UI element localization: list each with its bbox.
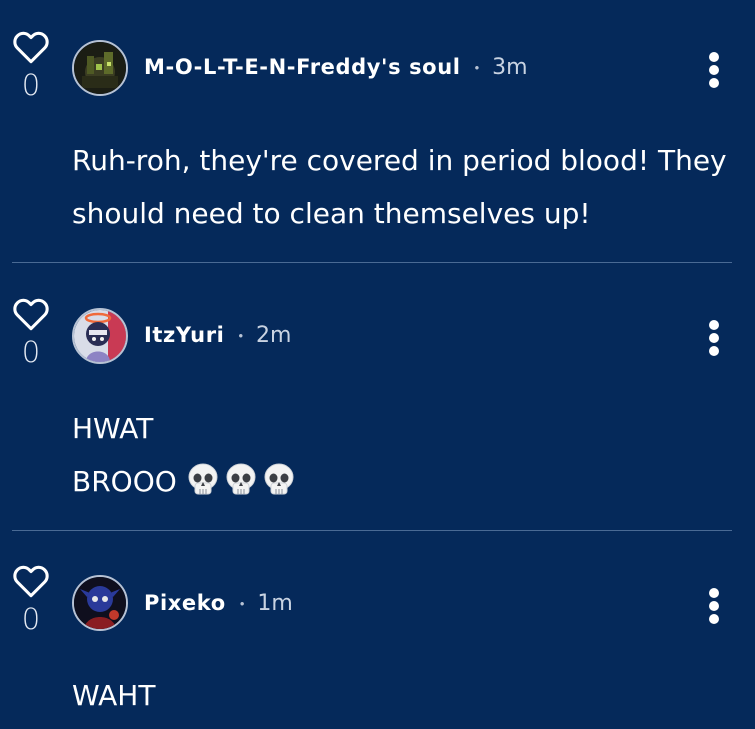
more-options-button[interactable] bbox=[700, 586, 728, 626]
comment-body: HWAT BROOO bbox=[72, 402, 742, 508]
avatar-image bbox=[74, 577, 126, 629]
separator-dot: • bbox=[238, 327, 244, 343]
avatar[interactable] bbox=[72, 308, 128, 364]
skull-emoji bbox=[264, 463, 294, 495]
comment-line: Ruh-roh, they're covered in period blood… bbox=[72, 144, 727, 177]
ellipsis-dot bbox=[709, 601, 719, 611]
more-options-button[interactable] bbox=[700, 318, 728, 358]
comment-line: HWAT bbox=[72, 412, 154, 445]
ellipsis-dot bbox=[709, 333, 719, 343]
username[interactable]: Pixeko bbox=[144, 591, 226, 615]
comment-body: WAHT bbox=[72, 669, 742, 722]
avatar[interactable] bbox=[72, 40, 128, 96]
comment-header: ItzYuri • 2m bbox=[144, 320, 291, 350]
comment-line: WAHT bbox=[72, 679, 156, 712]
like-count: 0 bbox=[21, 602, 41, 636]
like-control[interactable]: 0 bbox=[10, 30, 52, 100]
vertical-ellipsis-icon bbox=[709, 320, 719, 330]
comment-header: M-O-L-T-E-N-Freddy's soul • 3m bbox=[144, 52, 528, 82]
vertical-ellipsis-icon bbox=[709, 52, 719, 62]
divider bbox=[12, 262, 732, 263]
timestamp: 2m bbox=[256, 322, 292, 348]
heart-outline-icon[interactable] bbox=[12, 564, 50, 598]
like-count: 0 bbox=[21, 68, 41, 102]
comment-header: Pixeko • 1m bbox=[144, 588, 293, 618]
timestamp: 3m bbox=[492, 54, 528, 80]
like-count: 0 bbox=[21, 335, 41, 369]
username[interactable]: ItzYuri bbox=[144, 323, 224, 347]
comment-line-text: BROOO bbox=[72, 465, 177, 498]
separator-dot: • bbox=[474, 59, 480, 75]
avatar-image bbox=[74, 42, 126, 94]
comment-line: BROOO bbox=[72, 455, 742, 508]
emoji-group bbox=[187, 463, 295, 497]
skull-emoji bbox=[226, 463, 256, 495]
like-control[interactable]: 0 bbox=[10, 564, 52, 634]
avatar-image bbox=[74, 310, 126, 362]
ellipsis-dot bbox=[709, 65, 719, 75]
comment-line: should need to clean themselves up! bbox=[72, 197, 591, 230]
vertical-ellipsis-icon bbox=[709, 588, 719, 598]
username[interactable]: M-O-L-T-E-N-Freddy's soul bbox=[144, 55, 461, 79]
skull-emoji bbox=[188, 463, 218, 495]
comment-body: Ruh-roh, they're covered in period blood… bbox=[72, 134, 742, 240]
avatar[interactable] bbox=[72, 575, 128, 631]
ellipsis-dot bbox=[709, 78, 719, 88]
timestamp: 1m bbox=[257, 590, 293, 616]
heart-outline-icon[interactable] bbox=[12, 30, 50, 64]
separator-dot: • bbox=[239, 595, 245, 611]
heart-outline-icon[interactable] bbox=[12, 297, 50, 331]
more-options-button[interactable] bbox=[700, 50, 728, 90]
ellipsis-dot bbox=[709, 614, 719, 624]
divider bbox=[12, 530, 732, 531]
like-control[interactable]: 0 bbox=[10, 297, 52, 367]
ellipsis-dot bbox=[709, 346, 719, 356]
